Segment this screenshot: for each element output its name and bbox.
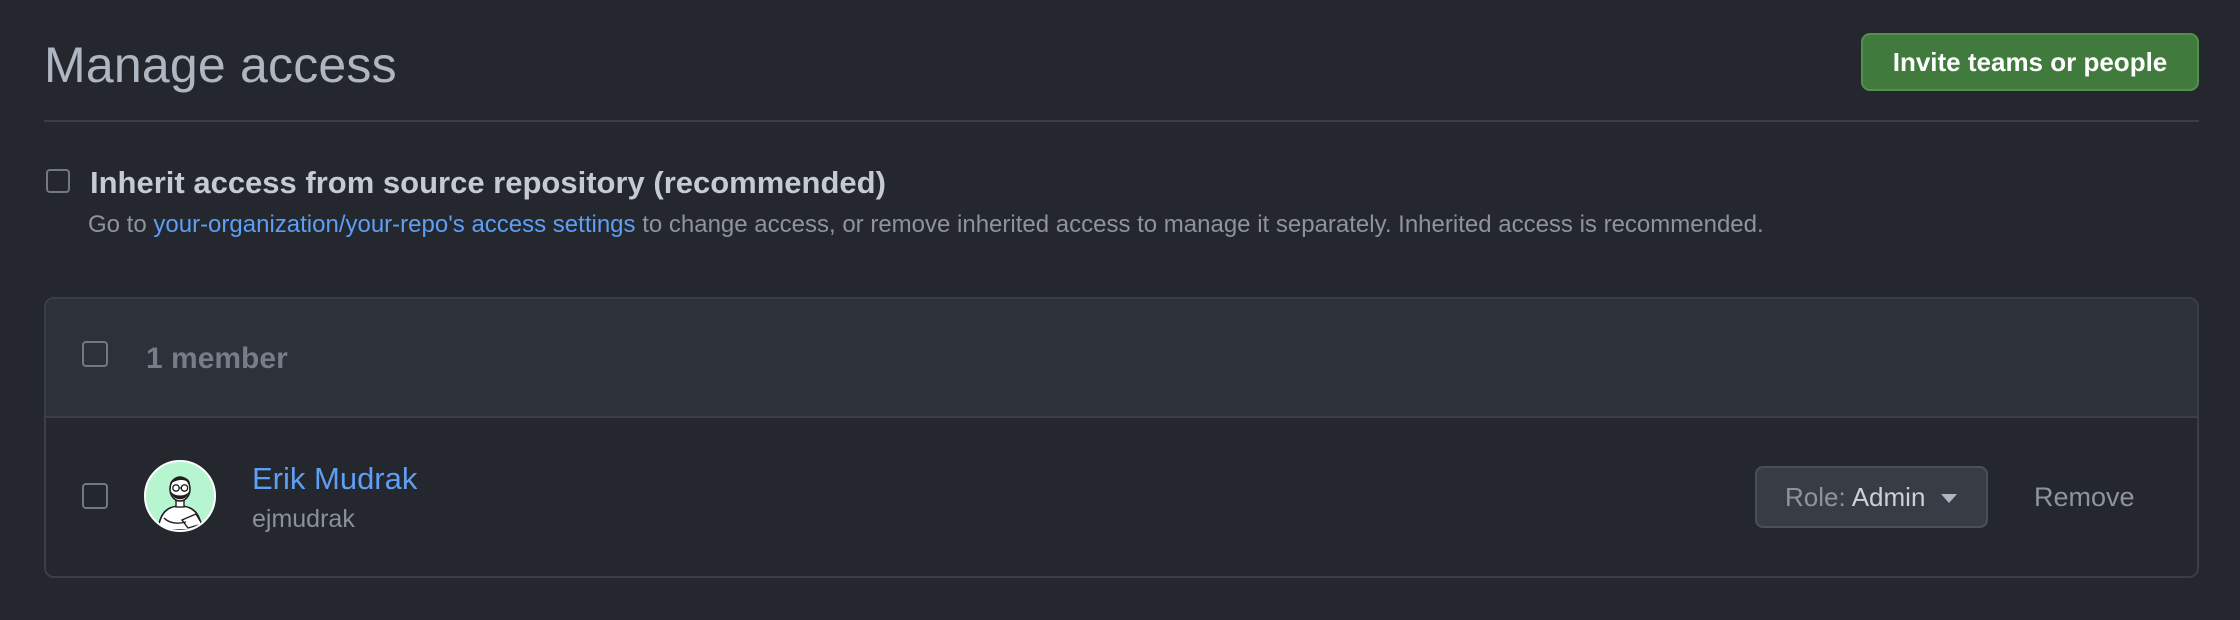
- avatar[interactable]: [144, 460, 216, 532]
- inherit-access-checkbox[interactable]: [46, 169, 70, 193]
- illustrated-person-avatar-icon: [146, 462, 214, 530]
- inherit-access-label[interactable]: Inherit access from source repository (r…: [90, 165, 886, 201]
- member-count: 1 member: [146, 342, 288, 375]
- role-prefix-label: Role:: [1785, 481, 1846, 512]
- select-all-checkbox[interactable]: [82, 341, 108, 367]
- invite-teams-or-people-button[interactable]: Invite teams or people: [1861, 33, 2199, 91]
- members-list: 1 member Erik Mudrak ejmudrak Role: Admi…: [44, 297, 2199, 578]
- member-select-checkbox[interactable]: [82, 483, 108, 509]
- page-title: Manage access: [44, 37, 397, 93]
- role-value: Admin: [1851, 481, 1926, 512]
- chevron-down-icon: [1941, 494, 1958, 503]
- access-settings-link[interactable]: your-organization/your-repo's access set…: [153, 211, 635, 238]
- role-dropdown-button[interactable]: Role: Admin: [1755, 466, 1988, 528]
- member-row: Erik Mudrak ejmudrak Role: Admin Remove: [46, 418, 2197, 576]
- inherit-access-description: Go to your-organization/your-repo's acce…: [88, 211, 1764, 239]
- member-username: ejmudrak: [252, 505, 355, 533]
- page-header: Manage access Invite teams or people: [44, 30, 2199, 122]
- inherit-desc-suffix: to change access, or remove inherited ac…: [635, 211, 1764, 238]
- manage-access-page: Manage access Invite teams or people Inh…: [0, 0, 2240, 620]
- members-list-header: 1 member: [46, 299, 2197, 418]
- remove-member-button[interactable]: Remove: [2034, 482, 2135, 513]
- member-name-link[interactable]: Erik Mudrak: [252, 461, 417, 497]
- inherit-desc-prefix: Go to: [88, 211, 154, 238]
